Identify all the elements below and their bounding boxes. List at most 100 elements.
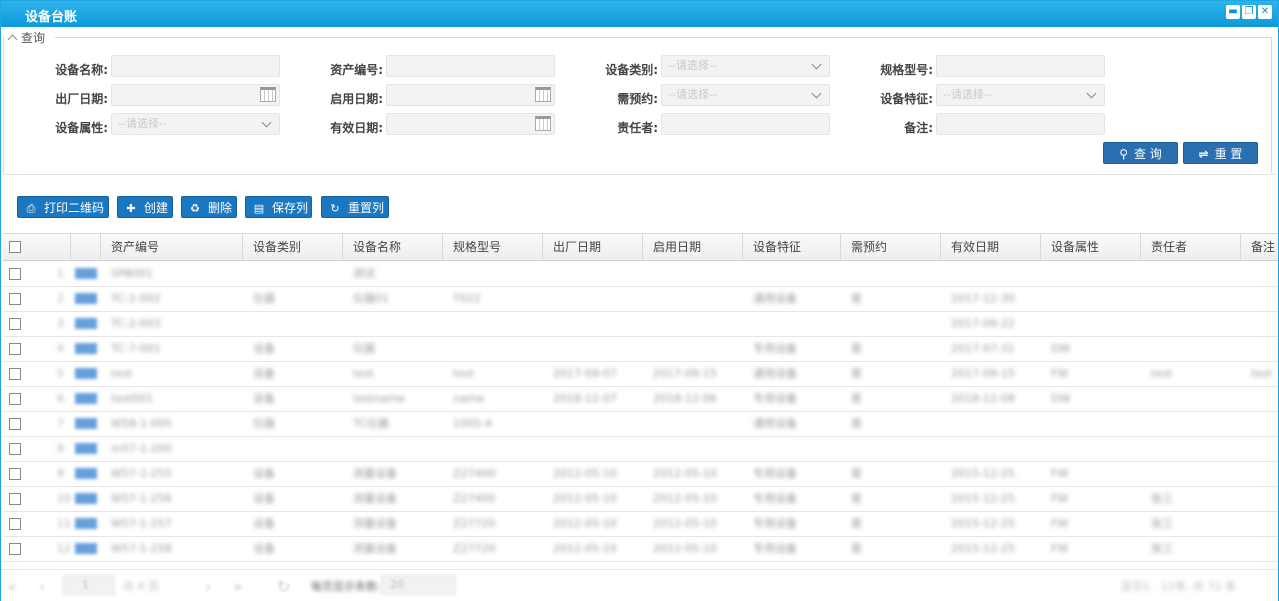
prev-page-icon[interactable]: ‹ <box>39 577 45 596</box>
device-name-input[interactable] <box>111 55 280 77</box>
row-action-icon[interactable] <box>75 268 97 279</box>
valid-date-input[interactable] <box>386 113 555 135</box>
device-attribute-select[interactable]: --请选择-- <box>111 113 280 135</box>
column-header[interactable]: 责任者 <box>1141 234 1241 261</box>
table-cell <box>343 437 353 461</box>
row-action-icon[interactable] <box>75 543 97 554</box>
save-columns-button[interactable]: ▤ 保存列 <box>245 196 312 218</box>
enable-date-input[interactable] <box>386 84 555 106</box>
page-size-select[interactable]: 20 <box>381 575 456 595</box>
reset-button[interactable]: ⇌ 重 置 <box>1183 142 1258 164</box>
table-row[interactable]: 8 m57-1-200 <box>3 437 1278 462</box>
table-cell: 是 <box>851 392 862 405</box>
table-cell: 通用设备 <box>753 367 797 380</box>
refresh-page-icon[interactable]: ↻ <box>277 577 290 596</box>
row-checkbox[interactable] <box>9 368 21 380</box>
calendar-icon[interactable] <box>535 116 551 131</box>
manufacture-date-input[interactable] <box>111 84 280 106</box>
table-row[interactable]: 11 W57-1-257 设备 测量设备 Z27720 2012-05-10 2012-05… <box>3 512 1278 537</box>
table-cell <box>543 437 553 461</box>
row-action-icon[interactable] <box>75 293 97 304</box>
responsible-input[interactable] <box>661 113 830 135</box>
row-checkbox[interactable] <box>9 443 21 455</box>
table-cell: 专用设备 <box>753 492 797 505</box>
table-row[interactable]: 2 TC-2-002 仪器 仪器01 T022 通用设备 是 2017-12-30 <box>3 287 1278 312</box>
table-cell: 2017-09-15 <box>951 367 1015 380</box>
row-checkbox[interactable] <box>9 293 21 305</box>
table-cell <box>543 337 553 361</box>
first-page-icon[interactable]: « <box>7 577 17 596</box>
row-action-icon[interactable] <box>75 368 97 379</box>
row-checkbox[interactable] <box>9 418 21 430</box>
column-header[interactable]: 设备属性 <box>1041 234 1141 261</box>
table-row[interactable]: 12 W57-1-258 设备 测量设备 Z27720 2012-05-10 2012-05… <box>3 537 1278 562</box>
row-checkbox[interactable] <box>9 468 21 480</box>
table-row[interactable]: 6 test001 设备 testname name 2018-12-07 2018-12-… <box>3 387 1278 412</box>
row-checkbox[interactable] <box>9 393 21 405</box>
column-header[interactable]: 设备名称 <box>343 234 443 261</box>
row-checkbox[interactable] <box>9 268 21 280</box>
collapse-chevron-icon[interactable] <box>7 34 18 45</box>
calendar-icon[interactable] <box>535 87 551 102</box>
column-header[interactable]: 出厂日期 <box>543 234 643 261</box>
table-cell: test001 <box>111 392 154 405</box>
row-checkbox[interactable] <box>9 493 21 505</box>
column-header[interactable]: 规格型号 <box>443 234 543 261</box>
asset-number-input[interactable] <box>386 55 555 77</box>
next-page-icon[interactable]: › <box>205 577 211 596</box>
row-action-icon[interactable] <box>75 468 97 479</box>
table-cell: 2015-12-25 <box>951 542 1015 555</box>
device-category-select[interactable]: --请选择-- <box>661 55 830 77</box>
page-number-input[interactable]: 1 <box>63 575 115 595</box>
table-cell <box>1141 287 1151 311</box>
table-cell <box>1041 437 1051 461</box>
table-row[interactable]: 4 TC-7-001 设备 仪器 专用设备 是 2017-07-31 DW <box>3 337 1278 362</box>
delete-button[interactable]: ♻ 删除 <box>181 196 237 218</box>
query-legend-label: 查询 <box>21 31 46 45</box>
column-header[interactable]: 资产编号 <box>101 234 243 261</box>
column-header[interactable]: 有效日期 <box>941 234 1041 261</box>
reset-columns-button[interactable]: ↻ 重置列 <box>321 196 389 218</box>
column-header[interactable]: 设备特征 <box>743 234 841 261</box>
column-header[interactable]: 启用日期 <box>643 234 743 261</box>
table-cell <box>1141 462 1151 486</box>
minimize-icon[interactable]: ▬ <box>1226 5 1240 19</box>
search-button[interactable]: ⚲ 查 询 <box>1103 142 1178 164</box>
row-action-icon[interactable] <box>75 418 97 429</box>
device-feature-select[interactable]: --请选择-- <box>936 84 1105 106</box>
search-icon: ⚲ <box>1119 147 1128 161</box>
reservation-select[interactable]: --请选择-- <box>661 84 830 106</box>
calendar-icon[interactable] <box>260 87 276 102</box>
table-row[interactable]: 9 W57-1-255 设备 测量设备 Z27400 2012-05-10 2012-05-… <box>3 462 1278 487</box>
row-checkbox[interactable] <box>9 543 21 555</box>
row-checkbox[interactable] <box>9 518 21 530</box>
query-legend[interactable]: 查询 <box>7 29 50 46</box>
last-page-icon[interactable]: » <box>233 577 243 596</box>
create-button[interactable]: ✚ 创建 <box>117 196 173 218</box>
row-checkbox[interactable] <box>9 318 21 330</box>
column-header[interactable]: 备注 <box>1241 234 1278 261</box>
table-row[interactable]: 10 W57-1-256 设备 测量设备 Z27400 2012-05-10 2012-05… <box>3 487 1278 512</box>
close-icon[interactable]: ✕ <box>1258 5 1272 19</box>
table-cell: W57-1-257 <box>111 517 172 530</box>
row-checkbox[interactable] <box>9 343 21 355</box>
spec-model-input[interactable] <box>936 55 1105 77</box>
table-cell: 专用设备 <box>753 542 797 555</box>
row-action-icon[interactable] <box>75 343 97 354</box>
column-header[interactable]: 需预约 <box>841 234 941 261</box>
table-row[interactable]: 5 test 设备 test test 2017-09-07 2017-09-15 通用设备 是… <box>3 362 1278 387</box>
row-action-icon[interactable] <box>75 518 97 529</box>
print-qrcode-button[interactable]: ⎙ 打印二维码 <box>17 196 109 218</box>
table-cell: T022 <box>453 292 481 305</box>
column-header[interactable]: 设备类别 <box>243 234 343 261</box>
table-row[interactable]: 1 SPB001 测试 <box>3 262 1278 287</box>
row-action-icon[interactable] <box>75 318 97 329</box>
row-action-icon[interactable] <box>75 443 97 454</box>
row-action-icon[interactable] <box>75 393 97 404</box>
table-row[interactable]: 7 W58-1-005 仪器 TC仪器 1005-4 通用设备 是 <box>3 412 1278 437</box>
restore-icon[interactable]: ❐ <box>1242 5 1256 19</box>
table-cell: 是 <box>851 417 862 430</box>
table-row[interactable]: 3 TC-2-003 2017-09-22 <box>3 312 1278 337</box>
remark-input[interactable] <box>936 113 1105 135</box>
row-action-icon[interactable] <box>75 493 97 504</box>
